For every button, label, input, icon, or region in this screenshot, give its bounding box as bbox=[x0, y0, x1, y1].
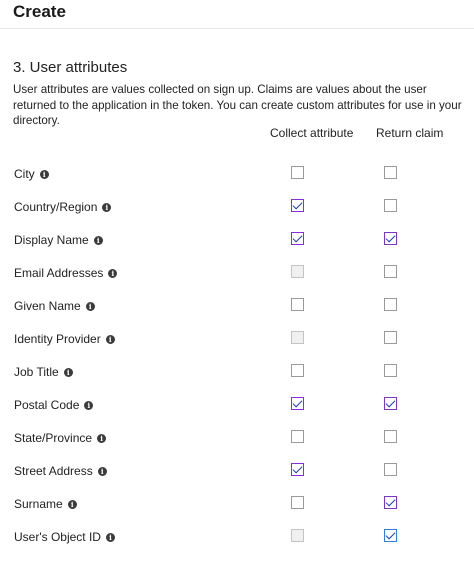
top-bar: Create bbox=[0, 0, 474, 29]
attribute-label: State/Province i bbox=[14, 431, 107, 445]
attribute-row: Given Name i bbox=[0, 289, 474, 322]
section-description: User attributes are values collected on … bbox=[13, 83, 462, 127]
collect-attribute-checkbox[interactable] bbox=[291, 232, 304, 245]
attribute-name: Postal Code bbox=[14, 398, 80, 412]
collect-attribute-checkbox[interactable] bbox=[291, 397, 304, 410]
collect-attribute-checkbox[interactable] bbox=[291, 496, 304, 509]
collect-attribute-checkbox bbox=[291, 265, 304, 278]
attribute-name: Surname bbox=[14, 497, 63, 511]
attribute-label: Street Address i bbox=[14, 464, 107, 478]
return-claim-checkbox[interactable] bbox=[384, 166, 397, 179]
attribute-name: User's Object ID bbox=[14, 530, 101, 544]
info-icon[interactable]: i bbox=[67, 499, 77, 509]
attribute-name: Given Name bbox=[14, 299, 81, 313]
return-claim-checkbox[interactable] bbox=[384, 397, 397, 410]
attribute-row: Job Title i bbox=[0, 355, 474, 388]
section-title: 3. User attributes bbox=[13, 59, 128, 76]
return-claim-checkbox[interactable] bbox=[384, 331, 397, 344]
attribute-row: State/Province i bbox=[0, 421, 474, 454]
return-claim-checkbox[interactable] bbox=[384, 430, 397, 443]
info-icon[interactable]: i bbox=[97, 466, 107, 476]
collect-attribute-checkbox[interactable] bbox=[291, 463, 304, 476]
info-icon[interactable]: i bbox=[97, 433, 107, 443]
collect-attribute-checkbox bbox=[291, 529, 304, 542]
attribute-row: Identity Provider i bbox=[0, 322, 474, 355]
attribute-row: Postal Code i bbox=[0, 388, 474, 421]
attribute-row: Email Addresses i bbox=[0, 256, 474, 289]
attribute-label: City i bbox=[14, 167, 49, 181]
return-claim-checkbox[interactable] bbox=[384, 232, 397, 245]
collect-attribute-checkbox[interactable] bbox=[291, 166, 304, 179]
return-claim-checkbox[interactable] bbox=[384, 364, 397, 377]
info-icon[interactable]: i bbox=[108, 268, 118, 278]
info-icon[interactable]: i bbox=[39, 169, 49, 179]
attribute-name: City bbox=[14, 167, 35, 181]
column-header-return-claim: Return claim bbox=[376, 126, 444, 140]
attribute-label: Postal Code i bbox=[14, 398, 94, 412]
return-claim-checkbox[interactable] bbox=[384, 496, 397, 509]
attribute-row: Country/Region i bbox=[0, 190, 474, 223]
attribute-name: Email Addresses bbox=[14, 266, 104, 280]
attribute-label: Surname i bbox=[14, 497, 77, 511]
attributes-list: City i Country/Region i Display Name i Email A… bbox=[0, 157, 474, 553]
info-icon[interactable]: i bbox=[93, 235, 103, 245]
info-icon[interactable]: i bbox=[84, 400, 94, 410]
attribute-label: Country/Region i bbox=[14, 200, 112, 214]
attribute-row: Surname i bbox=[0, 487, 474, 520]
column-header-collect-attribute: Collect attribute bbox=[270, 126, 354, 140]
return-claim-checkbox[interactable] bbox=[384, 265, 397, 278]
attribute-row: User's Object ID i bbox=[0, 520, 474, 553]
attribute-label: Display Name i bbox=[14, 233, 103, 247]
attribute-row: City i bbox=[0, 157, 474, 190]
info-icon[interactable]: i bbox=[85, 301, 95, 311]
info-icon[interactable]: i bbox=[63, 367, 73, 377]
collect-attribute-checkbox bbox=[291, 331, 304, 344]
return-claim-checkbox[interactable] bbox=[384, 463, 397, 476]
info-icon[interactable]: i bbox=[102, 202, 112, 212]
attribute-label: User's Object ID i bbox=[14, 530, 115, 544]
attribute-name: Country/Region bbox=[14, 200, 98, 214]
attribute-name: Street Address bbox=[14, 464, 93, 478]
attribute-name: Display Name bbox=[14, 233, 89, 247]
attribute-label: Email Addresses i bbox=[14, 266, 118, 280]
collect-attribute-checkbox[interactable] bbox=[291, 364, 304, 377]
attribute-row: Display Name i bbox=[0, 223, 474, 256]
info-icon[interactable]: i bbox=[105, 334, 115, 344]
collect-attribute-checkbox[interactable] bbox=[291, 298, 304, 311]
collect-attribute-checkbox[interactable] bbox=[291, 430, 304, 443]
page-title: Create bbox=[13, 2, 66, 21]
attribute-label: Given Name i bbox=[14, 299, 95, 313]
attribute-name: Identity Provider bbox=[14, 332, 101, 346]
attribute-label: Identity Provider i bbox=[14, 332, 115, 346]
attribute-name: State/Province bbox=[14, 431, 93, 445]
attribute-name: Job Title bbox=[14, 365, 59, 379]
attribute-row: Street Address i bbox=[0, 454, 474, 487]
attribute-label: Job Title i bbox=[14, 365, 73, 379]
return-claim-checkbox[interactable] bbox=[384, 199, 397, 212]
info-icon[interactable]: i bbox=[105, 532, 115, 542]
return-claim-checkbox[interactable] bbox=[384, 298, 397, 311]
collect-attribute-checkbox[interactable] bbox=[291, 199, 304, 212]
return-claim-checkbox[interactable] bbox=[384, 529, 397, 542]
